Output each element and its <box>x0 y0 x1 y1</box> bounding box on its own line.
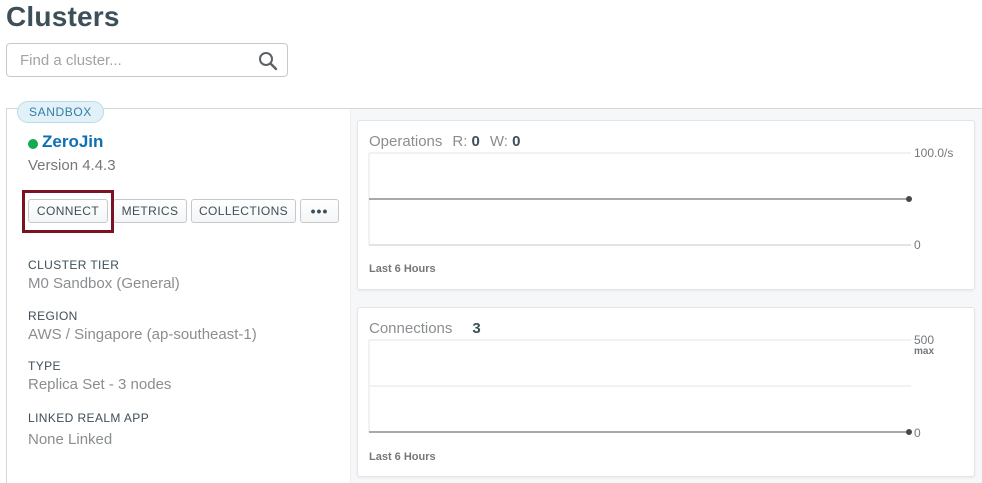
cluster-name-link[interactable]: ZeroJin <box>42 132 103 152</box>
connections-chart: 500 max 0 <box>368 333 934 440</box>
ops-y-min-label: 0 <box>914 238 921 252</box>
region-label: REGION <box>28 309 78 323</box>
more-options-button[interactable]: ••• <box>300 199 339 223</box>
connections-footer: Last 6 Hours <box>369 451 436 463</box>
status-indicator <box>28 139 38 149</box>
region-value: AWS / Singapore (ap-southeast-1) <box>28 326 257 343</box>
tier-badge: SANDBOX <box>17 101 104 123</box>
linked-realm-label: LINKED REALM APP <box>28 411 150 425</box>
connect-highlight <box>22 190 114 233</box>
type-label: TYPE <box>28 359 61 373</box>
ops-series-point <box>906 196 912 202</box>
connections-card[interactable]: Connections 3 500 max 0 Last 6 Hours <box>357 307 975 477</box>
conn-y-min-label: 0 <box>914 426 921 440</box>
search-input[interactable] <box>20 51 255 69</box>
operations-card[interactable]: Operations R: 0 W: 0 100.0/s 0 Last 6 Hour… <box>357 120 975 290</box>
conn-y-max-label: 500 <box>914 333 934 347</box>
cluster-tier-label: CLUSTER TIER <box>28 258 120 272</box>
search-icon[interactable] <box>258 51 278 71</box>
cluster-version: Version 4.4.3 <box>28 157 116 174</box>
operations-footer: Last 6 Hours <box>369 263 436 275</box>
conn-y-max-sub: max <box>914 346 934 357</box>
search-box[interactable] <box>6 43 288 77</box>
conn-series-point <box>906 429 912 435</box>
divider <box>350 109 351 483</box>
linked-realm-value: None Linked <box>28 431 113 448</box>
operations-chart: 100.0/s 0 <box>368 146 953 252</box>
ops-y-max-label: 100.0/s <box>914 146 953 160</box>
metrics-button[interactable]: METRICS <box>113 199 187 223</box>
collections-button[interactable]: COLLECTIONS <box>191 199 296 223</box>
cluster-tier-value: M0 Sandbox (General) <box>28 275 180 292</box>
type-value: Replica Set - 3 nodes <box>28 376 172 393</box>
page-title: Clusters <box>6 1 120 32</box>
